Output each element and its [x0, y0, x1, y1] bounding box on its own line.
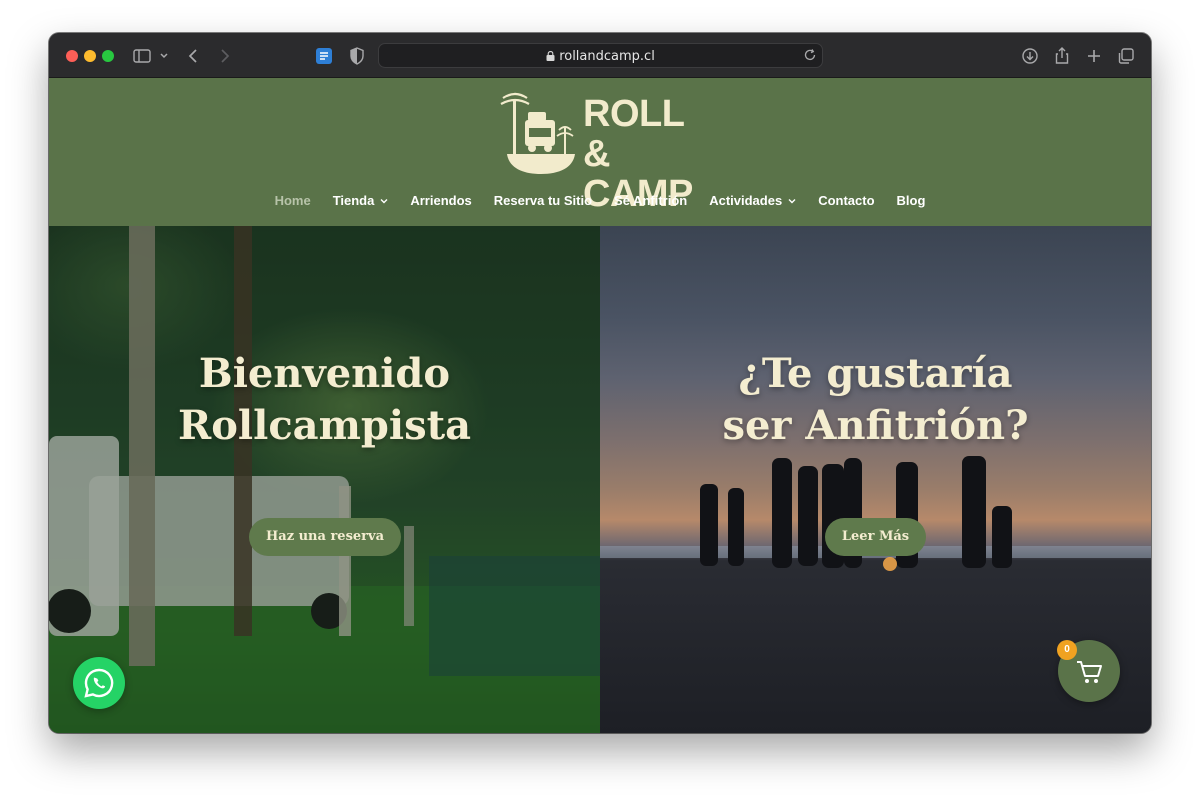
nav-item-blog[interactable]: Blog — [886, 190, 937, 212]
cart-count-badge: 0 — [1057, 640, 1077, 660]
whatsapp-icon — [84, 668, 114, 698]
chevron-down-icon — [788, 199, 796, 204]
browser-window: rollandcamp.cl ROLL & CAMP Home Tienda A… — [49, 33, 1151, 733]
nav-item-tienda[interactable]: Tienda — [322, 190, 400, 212]
nav-item-label: Sé Anfitrión — [614, 193, 688, 208]
hero-panel-reserva: Bienvenido Rollcampista Haz una reserva — [49, 226, 600, 733]
nav-item-contacto[interactable]: Contacto — [807, 190, 885, 212]
nav-item-home[interactable]: Home — [264, 190, 322, 212]
forward-icon[interactable] — [213, 45, 235, 67]
nav-item-label: Blog — [896, 193, 926, 208]
downloads-icon[interactable] — [1019, 45, 1041, 67]
logo-line-1: ROLL & — [583, 93, 684, 175]
lock-icon — [546, 51, 555, 61]
sidebar-toggle-icon[interactable] — [131, 45, 153, 67]
nav-item-label: Arriendos — [410, 193, 472, 208]
address-bar[interactable]: rollandcamp.cl — [378, 43, 823, 68]
hero-title-bienvenido: Bienvenido Rollcampista — [178, 350, 471, 449]
hero-title-anfitrion: ¿Te gustaría ser Anfitrión? — [722, 350, 1029, 449]
back-icon[interactable] — [183, 45, 205, 67]
forest-campsite-background-image — [49, 226, 600, 733]
chevron-down-icon — [380, 199, 388, 204]
whatsapp-button[interactable] — [73, 657, 125, 709]
url-text-container: rollandcamp.cl — [379, 49, 822, 64]
nav-item-label: Tienda — [332, 193, 375, 208]
tab-overview-icon[interactable] — [1115, 45, 1137, 67]
reload-icon[interactable] — [803, 48, 817, 62]
nav-item-label: Home — [274, 193, 311, 208]
minimize-window-button[interactable] — [84, 50, 96, 62]
tab-extension-icon[interactable] — [313, 45, 335, 67]
nav-item-label: Contacto — [818, 193, 875, 208]
camper-tree-logo-icon — [500, 92, 575, 174]
leer-mas-button[interactable]: Leer Más — [825, 518, 926, 556]
roll-and-camp-logo[interactable]: ROLL & CAMP — [495, 90, 715, 214]
zoom-window-button[interactable] — [102, 50, 114, 62]
browser-toolbar: rollandcamp.cl — [49, 33, 1151, 78]
main-navigation: Home Tienda Arriendos Reserva tu Sitio S… — [49, 190, 1151, 212]
new-tab-icon[interactable] — [1083, 45, 1105, 67]
nav-item-label: Actividades — [709, 193, 783, 208]
close-window-button[interactable] — [66, 50, 78, 62]
chevron-down-icon[interactable] — [153, 45, 175, 67]
site-header: ROLL & CAMP Home Tienda Arriendos Reserv… — [49, 78, 1151, 226]
share-icon[interactable] — [1051, 45, 1073, 67]
nav-item-actividades[interactable]: Actividades — [698, 190, 807, 212]
nav-item-reserva-tu-sitio[interactable]: Reserva tu Sitio — [483, 190, 603, 212]
privacy-shield-icon[interactable] — [346, 45, 368, 67]
haz-una-reserva-button[interactable]: Haz una reserva — [249, 518, 401, 556]
nav-item-label: Reserva tu Sitio — [493, 193, 593, 208]
nav-item-arriendos[interactable]: Arriendos — [399, 190, 482, 212]
nav-item-se-anfitrion[interactable]: Sé Anfitrión — [603, 190, 698, 212]
url-text: rollandcamp.cl — [559, 49, 655, 64]
